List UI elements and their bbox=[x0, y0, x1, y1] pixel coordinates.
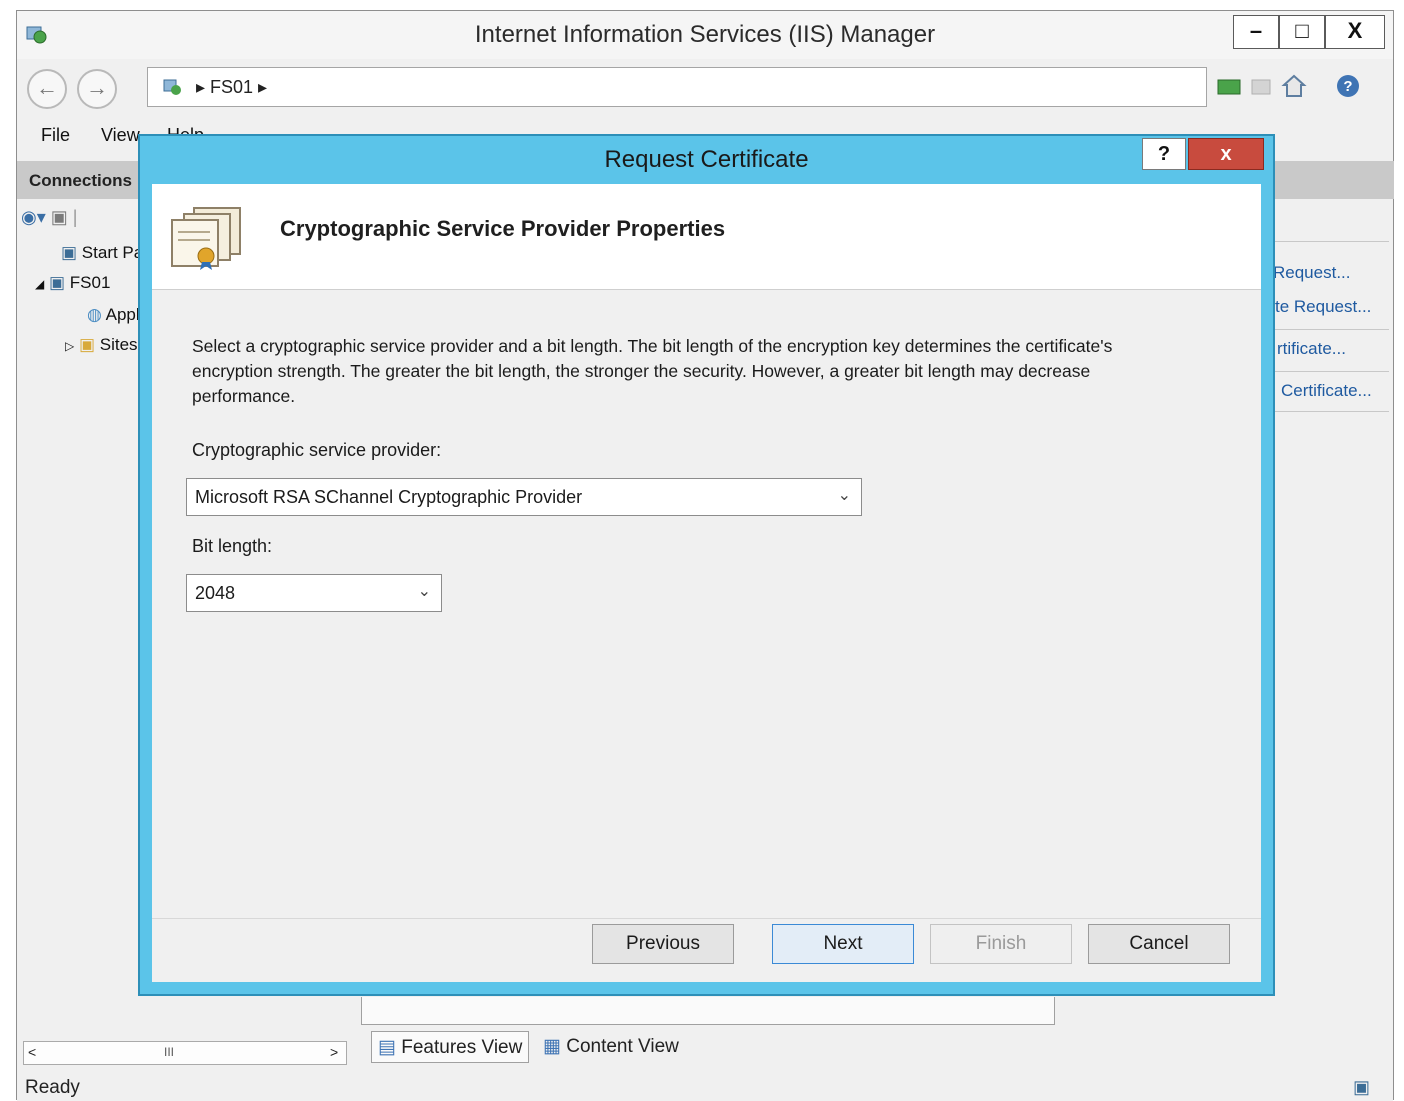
back-arrow-icon[interactable]: ← bbox=[27, 69, 67, 109]
description-text: Select a cryptographic service provider … bbox=[192, 336, 1113, 406]
help-icon[interactable]: ? bbox=[1335, 73, 1361, 99]
status-bar: Ready ▣ bbox=[17, 1071, 1393, 1101]
tree-item-fs01[interactable]: ◢ ▣ FS01 bbox=[35, 273, 110, 293]
actions-pane: Request... te Request... rtificate... Ce… bbox=[1267, 201, 1395, 1061]
connections-toolbar: ◉▾ ▣ | bbox=[21, 207, 151, 233]
scroll-grip[interactable]: III bbox=[164, 1045, 174, 1059]
svg-text:?: ? bbox=[1343, 78, 1352, 95]
tab-label: Content View bbox=[566, 1036, 679, 1057]
chevron-down-icon: ⌄ bbox=[837, 487, 851, 504]
request-certificate-dialog: Request Certificate ? x Cryptographic Se… bbox=[138, 134, 1275, 996]
divider bbox=[1267, 329, 1389, 330]
scroll-left-icon[interactable]: < bbox=[28, 1044, 36, 1060]
globe-icon[interactable]: ◉▾ bbox=[21, 207, 46, 227]
bit-length-select[interactable]: 2048 ⌄ bbox=[186, 574, 442, 612]
maximize-button[interactable]: □ bbox=[1279, 15, 1325, 49]
menu-view[interactable]: View bbox=[101, 125, 140, 146]
server-icon: ▣ bbox=[61, 243, 78, 262]
tree-item-sites[interactable]: ▷ ▣ Sites bbox=[65, 335, 138, 355]
action-create-request[interactable]: Request... bbox=[1273, 263, 1351, 283]
forward-arrow-icon[interactable]: → bbox=[77, 69, 117, 109]
dialog-close-button[interactable]: x bbox=[1188, 138, 1264, 170]
title-bar: Internet Information Services (IIS) Mana… bbox=[17, 11, 1393, 59]
csp-selected-value: Microsoft RSA SChannel Cryptographic Pro… bbox=[195, 487, 583, 507]
cancel-button[interactable]: Cancel bbox=[1088, 924, 1230, 964]
divider bbox=[1267, 411, 1389, 412]
bit-length-selected-value: 2048 bbox=[195, 583, 236, 603]
home-icon[interactable] bbox=[1281, 73, 1307, 99]
separator: | bbox=[72, 207, 78, 227]
horizontal-scrollbar[interactable]: < III > bbox=[23, 1041, 347, 1065]
content-view-icon: ▦ bbox=[543, 1036, 561, 1057]
folder-icon: ▣ bbox=[78, 335, 96, 354]
server-icon bbox=[163, 79, 181, 95]
close-button[interactable]: X bbox=[1325, 15, 1385, 49]
address-input[interactable]: ▸ FS01 ▸ bbox=[147, 67, 1207, 107]
actions-header bbox=[1272, 161, 1394, 199]
chevron-down-icon: ⌄ bbox=[417, 583, 431, 600]
csp-select[interactable]: Microsoft RSA SChannel Cryptographic Pro… bbox=[186, 478, 862, 516]
bit-length-label: Bit length: bbox=[192, 536, 273, 556]
tab-content-view[interactable]: ▦ Content View bbox=[537, 1031, 685, 1063]
previous-button[interactable]: Previous bbox=[592, 924, 734, 964]
save-icon[interactable]: ▣ bbox=[51, 207, 68, 227]
next-button[interactable]: Next bbox=[772, 924, 914, 964]
connections-header: Connections bbox=[17, 161, 153, 199]
footer-divider bbox=[152, 918, 1261, 919]
collapsed-arrow-icon: ▷ bbox=[65, 339, 75, 353]
tab-features-view[interactable]: ▤ Features View bbox=[371, 1031, 530, 1063]
app-pool-icon: ◍ bbox=[87, 305, 102, 324]
dialog-content: Cryptographic Service Provider Propertie… bbox=[152, 184, 1261, 982]
address-path: ▸ FS01 ▸ bbox=[196, 77, 268, 97]
view-tabs: ▤ Features View ▦ Content View bbox=[367, 1027, 1067, 1065]
status-text: Ready bbox=[25, 1077, 80, 1098]
finish-button[interactable]: Finish bbox=[930, 924, 1072, 964]
divider bbox=[1267, 371, 1389, 372]
features-list-bottom bbox=[361, 997, 1055, 1025]
dialog-title: Request Certificate bbox=[604, 146, 809, 173]
expanded-arrow-icon: ◢ bbox=[35, 277, 45, 291]
certificate-icon bbox=[171, 207, 241, 270]
features-view-icon: ▤ bbox=[378, 1037, 396, 1058]
tree-item-label: Sites bbox=[99, 335, 138, 354]
dialog-help-button[interactable]: ? bbox=[1142, 138, 1186, 170]
menu-file[interactable]: File bbox=[41, 125, 70, 146]
action-create-domain-certificate[interactable]: rtificate... bbox=[1277, 339, 1346, 359]
server-status-icon: ▣ bbox=[1353, 1077, 1371, 1097]
divider bbox=[1267, 241, 1389, 242]
stop-icon[interactable] bbox=[1249, 77, 1273, 97]
action-create-self-signed-certificate[interactable]: Certificate... bbox=[1281, 381, 1372, 401]
dialog-header: Cryptographic Service Provider Propertie… bbox=[152, 184, 1261, 290]
tab-label: Features View bbox=[401, 1037, 523, 1058]
tree-item-label: FS01 bbox=[69, 273, 111, 292]
page-title: Cryptographic Service Provider Propertie… bbox=[280, 216, 726, 241]
csp-label: Cryptographic service provider: bbox=[192, 440, 442, 460]
action-complete-request[interactable]: te Request... bbox=[1275, 297, 1371, 317]
minimize-button[interactable]: – bbox=[1233, 15, 1279, 49]
connect-icon[interactable] bbox=[1217, 77, 1241, 97]
scroll-right-icon[interactable]: > bbox=[330, 1044, 338, 1060]
window-title: Internet Information Services (IIS) Mana… bbox=[474, 21, 936, 48]
server-icon: ▣ bbox=[48, 273, 66, 292]
address-bar: ← → ▸ FS01 ▸ ? bbox=[17, 59, 1393, 117]
